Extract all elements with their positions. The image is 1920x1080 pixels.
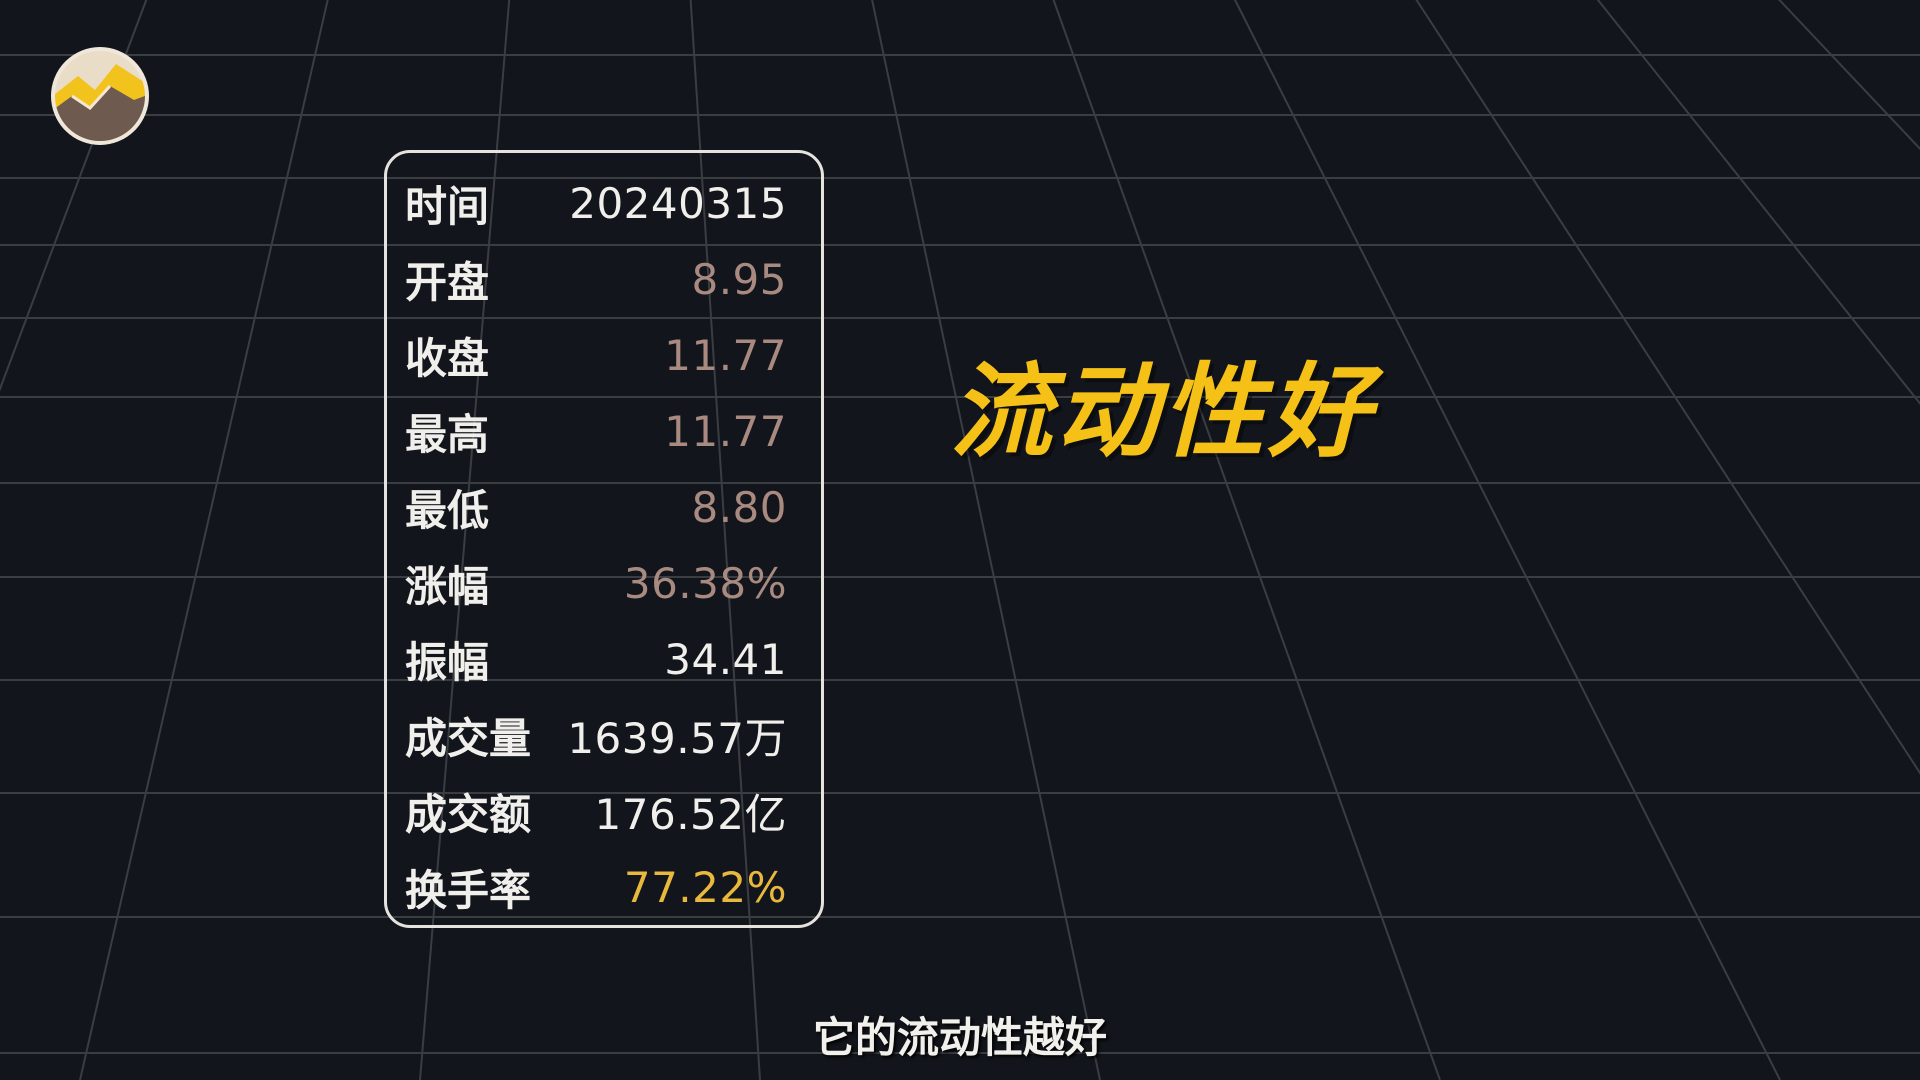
stat-label: 成交额 (405, 789, 532, 839)
stat-label: 涨幅 (405, 561, 490, 611)
stat-value: 11.77 (664, 406, 787, 456)
turnover-rate-text: 77.22% (623, 862, 787, 912)
stat-label: 开盘 (405, 257, 490, 307)
stat-label: 振幅 (405, 637, 490, 687)
stat-value: 36.38% (623, 558, 787, 608)
stat-label: 最高 (405, 409, 490, 459)
stat-value: 176.52亿 (594, 789, 787, 839)
stat-row-volume: 成交量 1639.57万 (405, 697, 787, 773)
stat-row-change: 涨幅 36.38% (405, 545, 787, 621)
stat-row-high: 最高 11.77 (405, 393, 787, 469)
stat-label: 最低 (405, 485, 490, 535)
stat-value: 8.80 (691, 482, 787, 532)
stat-row-turnover-rate: 换手率 77.22% (405, 849, 793, 925)
stat-label: 换手率 (405, 865, 532, 915)
subtitle-caption: 它的流动性越好 (812, 1013, 1107, 1062)
stock-stats-card: 时间 20240315 开盘 8.95 收盘 11.77 最高 11.77 最低… (384, 150, 824, 928)
stat-label: 成交量 (405, 713, 532, 763)
stat-row-open: 开盘 8.95 (405, 241, 787, 317)
stat-row-time: 时间 20240315 (405, 165, 787, 241)
video-frame: 时间 20240315 开盘 8.95 收盘 11.77 最高 11.77 最低… (0, 0, 1920, 1080)
stat-row-turnover-amount: 成交额 176.52亿 (405, 773, 787, 849)
headline-text: 流动性好 (950, 353, 1374, 472)
stat-value-highlighted: 77.22% (605, 862, 793, 918)
stat-label: 收盘 (405, 333, 490, 383)
stat-value: 34.41 (664, 634, 787, 684)
stat-value: 20240315 (569, 178, 787, 228)
mountain-logo-icon (51, 47, 149, 145)
stat-value: 11.77 (664, 330, 787, 380)
stat-label: 时间 (405, 181, 490, 231)
stat-row-close: 收盘 11.77 (405, 317, 787, 393)
stat-value: 1639.57万 (567, 713, 787, 763)
stat-row-amplitude: 振幅 34.41 (405, 621, 787, 697)
perspective-grid (0, 0, 1920, 1080)
stat-row-low: 最低 8.80 (405, 469, 787, 545)
stat-value: 8.95 (691, 254, 787, 304)
